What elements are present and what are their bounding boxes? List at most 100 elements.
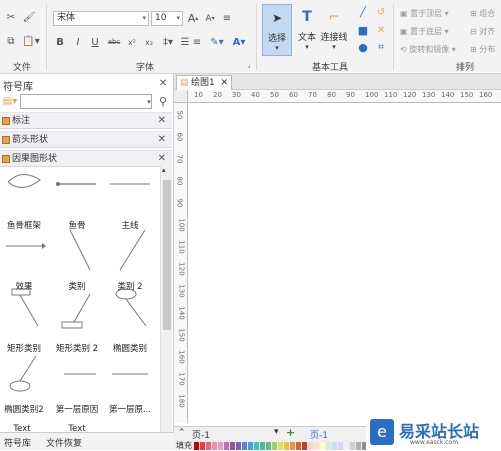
color-swatch[interactable] (332, 442, 337, 450)
color-swatch[interactable] (338, 442, 343, 450)
close-icon[interactable]: ✕ (158, 151, 166, 167)
library-icon[interactable]: ▤▾ (2, 94, 18, 109)
color-swatch[interactable] (326, 442, 331, 450)
color-swatch[interactable] (278, 442, 283, 450)
color-swatch[interactable] (320, 442, 325, 450)
shape-category[interactable]: 类别 (49, 280, 105, 292)
text-button[interactable]: T 文本 ▾ (293, 4, 321, 56)
rotate-mirror-button[interactable]: ⟲ 旋转和镜像 ▾ (400, 44, 456, 55)
tab-symbol-library[interactable]: 符号库 (4, 436, 31, 449)
font-size-select[interactable]: 10 ▾ (151, 11, 183, 26)
close-icon[interactable]: ✕ (220, 76, 228, 90)
tab-drawing1[interactable]: ▤ 绘图1 ✕ (176, 75, 232, 90)
chevron-up-icon[interactable]: ⌃ (178, 428, 186, 438)
color-swatch[interactable] (302, 442, 307, 450)
line-tool-icon[interactable]: ╱ (357, 6, 369, 18)
format-painter-icon[interactable]: 🖌 (22, 10, 36, 24)
strikethrough-button[interactable]: abc (106, 36, 122, 48)
color-swatch[interactable] (260, 442, 265, 450)
add-page-icon[interactable]: + (286, 426, 295, 439)
grow-font-button[interactable]: A ▴ (186, 11, 200, 26)
panel-scrollbar[interactable]: ▴ (160, 166, 172, 433)
shape-effect[interactable]: 效果 (0, 280, 52, 292)
color-swatch[interactable] (308, 442, 313, 450)
color-swatch[interactable] (254, 442, 259, 450)
color-swatch[interactable] (236, 442, 241, 450)
ellipse-tool-icon[interactable]: ● (357, 41, 369, 54)
align-button[interactable]: ⊟ 对齐 (470, 26, 495, 37)
chevron-down-icon[interactable]: ▾ (145, 95, 153, 108)
chevron-up-icon[interactable]: ▴ (162, 166, 166, 174)
category-cause-effect[interactable]: 因果图形状 ✕ (0, 150, 172, 167)
color-swatch[interactable] (194, 442, 199, 450)
color-swatch[interactable] (266, 442, 271, 450)
distribute-button[interactable]: ⊞ 分布 (470, 44, 495, 55)
color-swatch[interactable] (344, 442, 349, 450)
document-tabs: ▤ 绘图1 ✕ (174, 74, 501, 90)
paragraph-icon[interactable]: ≡ (220, 11, 234, 26)
cut-icon[interactable]: ✂ (4, 10, 18, 24)
shape-ellipse-category[interactable]: 椭圆类别 (102, 342, 158, 354)
color-swatch[interactable] (230, 442, 235, 450)
line-spacing-icon[interactable]: ‡▾ (159, 36, 177, 48)
send-back-button[interactable]: ▣ 置于底层 ▾ (400, 26, 449, 37)
rectangle-tool-icon[interactable]: ■ (357, 24, 369, 37)
drawing-canvas[interactable] (188, 103, 501, 423)
paste-icon[interactable]: 📋▾ (22, 34, 40, 48)
chevron-down-icon[interactable]: ▾ (274, 427, 279, 437)
bold-button[interactable]: B (54, 36, 66, 48)
list-icon[interactable]: ☰ (180, 36, 190, 48)
font-color-button[interactable]: A ▾ (232, 36, 246, 48)
dialog-launcher-icon[interactable]: ⌟ (245, 60, 253, 70)
tab-file-recovery[interactable]: 文件恢复 (46, 436, 82, 449)
color-swatch[interactable] (224, 442, 229, 450)
bring-front-button[interactable]: ▣ 置于顶层 ▾ (400, 8, 449, 19)
underline-button[interactable]: U (89, 36, 101, 48)
ruler-tick-label: 10 (194, 91, 203, 99)
shape-rect-category[interactable]: 矩形类别 (0, 342, 52, 354)
subscript-button[interactable]: x₂ (142, 36, 156, 48)
close-icon[interactable]: ✕ (158, 132, 166, 148)
shape-fishbone[interactable]: 鱼骨 (49, 219, 105, 231)
shape-ellipse-category-2[interactable]: 椭圆类别2 (0, 403, 52, 415)
crop-tool-icon[interactable]: ⌗ (375, 41, 387, 53)
superscript-button[interactable]: x² (125, 36, 139, 48)
search-input[interactable] (20, 94, 152, 109)
shape-rect-category-2[interactable]: 矩形类别 2 (49, 342, 105, 354)
color-swatch[interactable] (212, 442, 217, 450)
shape-fishbone-frame[interactable]: 鱼骨框架 (0, 219, 52, 231)
color-swatch[interactable] (290, 442, 295, 450)
color-swatch[interactable] (356, 442, 361, 450)
color-swatch[interactable] (200, 442, 205, 450)
font-name-select[interactable]: 宋体 ▾ (53, 11, 149, 26)
category-callouts[interactable]: 标注 ✕ (0, 112, 172, 129)
color-swatch[interactable] (284, 442, 289, 450)
cross-tool-icon[interactable]: ✕ (375, 24, 387, 36)
italic-button[interactable]: I (72, 36, 84, 48)
close-icon[interactable]: ✕ (158, 113, 166, 129)
color-swatch[interactable] (272, 442, 277, 450)
scrollbar-thumb[interactable] (163, 180, 171, 330)
copy-icon[interactable]: ⧉ (4, 34, 18, 48)
close-icon[interactable]: ✕ (157, 77, 169, 89)
shrink-font-button[interactable]: A ▾ (203, 11, 217, 26)
color-swatch[interactable] (296, 442, 301, 450)
shape-category-2[interactable]: 类别 2 (102, 280, 158, 292)
select-button[interactable]: ➤ 选择 ▾ (262, 4, 292, 56)
connector-button[interactable]: ⌐ 连接线 ▾ (318, 4, 350, 56)
color-swatch[interactable] (218, 442, 223, 450)
align-text-icon[interactable]: ≡ (192, 36, 202, 48)
color-swatch[interactable] (248, 442, 253, 450)
shape-first-level-cause[interactable]: 第一层原因 (49, 403, 105, 415)
color-swatch[interactable] (206, 442, 211, 450)
group-button[interactable]: ⊞ 组合 (470, 8, 495, 19)
color-swatch[interactable] (314, 442, 319, 450)
color-swatch[interactable] (350, 442, 355, 450)
shape-main-line[interactable]: 主线 (102, 219, 158, 231)
search-icon[interactable]: ⚲ (156, 94, 170, 109)
highlight-icon[interactable]: ✎▾ (206, 36, 228, 48)
shape-first-level-cause-2[interactable]: 第一层原... (102, 403, 158, 415)
category-arrow-shapes[interactable]: 箭头形状 ✕ (0, 131, 172, 148)
curve-tool-icon[interactable]: ↺ (375, 6, 387, 18)
color-swatch[interactable] (242, 442, 247, 450)
